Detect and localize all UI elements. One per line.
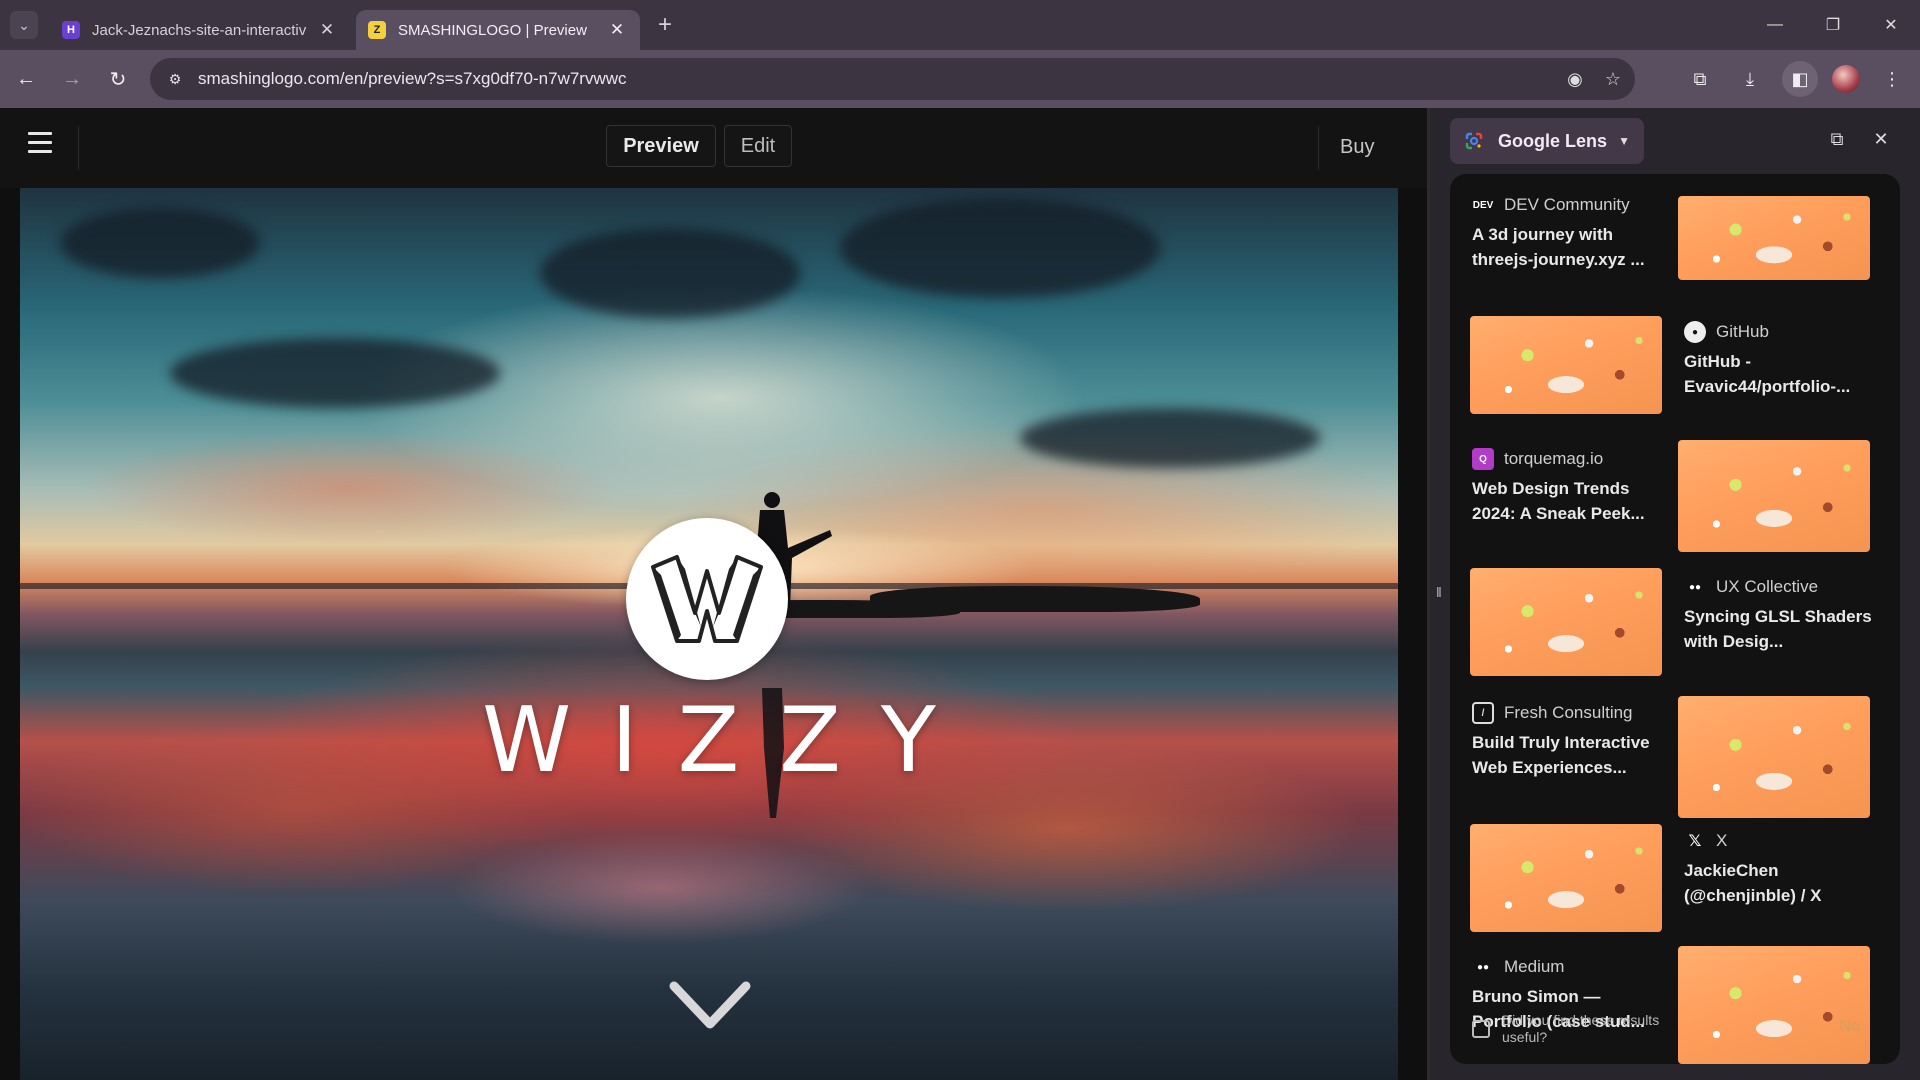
feedback-question: Did you find these results useful?: [1502, 1012, 1660, 1045]
close-tab-icon[interactable]: ✕: [606, 20, 628, 40]
minimize-icon[interactable]: —: [1746, 0, 1804, 50]
chevron-down-icon: ⌄: [18, 16, 30, 33]
result-thumbnail[interactable]: [1470, 568, 1662, 676]
page-content: Preview Edit Buy WIZZY: [0, 108, 1427, 1080]
hamburger-menu-icon[interactable]: [28, 132, 52, 154]
lens-results-list: DEV DEV Community A 3d journey with three…: [1450, 174, 1900, 1064]
header-divider: [78, 126, 79, 170]
back-icon[interactable]: ←: [6, 59, 46, 99]
restore-icon[interactable]: ❐: [1804, 0, 1862, 50]
buy-button[interactable]: Buy: [1340, 136, 1374, 159]
google-lens-side-panel: ‖ Google Lens ▼ ⧉ ✕ DEV DEV Community A 3…: [1430, 108, 1920, 1080]
result-title[interactable]: JackieChen (@chenjinble) / X: [1684, 858, 1884, 908]
tab-favicon-icon: Z: [368, 21, 386, 39]
google-lens-icon: [1465, 132, 1483, 150]
result-card[interactable]: Qtorquemag.io Web Design Trends 2024: A …: [1472, 448, 1672, 526]
feedback-icon: [1472, 1020, 1490, 1038]
extensions-icon[interactable]: ⧉: [1682, 61, 1718, 97]
address-bar[interactable]: ⚙ smashinglogo.com/en/preview?s=s7xg0df7…: [150, 58, 1635, 100]
result-title[interactable]: Syncing GLSL Shaders with Desig...: [1684, 604, 1884, 654]
result-card[interactable]: DEV DEV Community A 3d journey with three…: [1472, 194, 1672, 272]
tab-jack-jeznach[interactable]: H Jack-Jeznachs-site-an-interactiv ✕: [50, 10, 350, 50]
tab-favicon-icon: H: [62, 21, 80, 39]
result-thumbnail[interactable]: [1470, 316, 1662, 414]
bookmark-star-icon[interactable]: ☆: [1605, 69, 1621, 90]
result-card[interactable]: / Fresh Consulting Build Truly Interactiv…: [1472, 702, 1672, 780]
medium-icon: ●●: [1476, 961, 1490, 973]
close-window-icon[interactable]: ✕: [1862, 0, 1920, 50]
fresh-consulting-icon: /: [1472, 702, 1494, 724]
eye-off-icon[interactable]: ◉: [1567, 69, 1583, 90]
dev-community-icon: DEV: [1472, 199, 1494, 211]
tab-strip: ⌄ H Jack-Jeznachs-site-an-interactiv ✕ Z…: [0, 0, 1920, 50]
download-icon[interactable]: ⤓: [1732, 61, 1768, 97]
feedback-bar: Did you find these results useful? No: [1450, 994, 1900, 1064]
resize-handle-icon[interactable]: ‖: [1436, 584, 1442, 602]
result-source: X: [1716, 831, 1728, 850]
result-source: UX Collective: [1716, 577, 1819, 596]
result-title[interactable]: Build Truly Interactive Web Experiences.…: [1472, 730, 1672, 780]
result-thumbnail[interactable]: [1470, 824, 1662, 932]
lens-dropdown[interactable]: Google Lens ▼: [1450, 118, 1644, 164]
site-info-icon[interactable]: ⚙: [164, 68, 186, 90]
torquemag-icon: Q: [1472, 448, 1494, 470]
tab-smashinglogo[interactable]: Z SMASHINGLOGO | Preview ✕: [356, 10, 640, 50]
result-source: Medium: [1504, 957, 1565, 976]
edit-button[interactable]: Edit: [724, 125, 792, 167]
header-divider: [1318, 126, 1319, 170]
new-tab-icon[interactable]: +: [658, 11, 672, 39]
x-icon: 𝕏: [1688, 833, 1702, 850]
brand-logo-icon: [626, 518, 788, 680]
close-panel-icon[interactable]: ✕: [1866, 124, 1896, 154]
medium-icon: ●●: [1688, 581, 1702, 593]
hero-background-image: WIZZY: [20, 188, 1398, 1080]
feedback-no-button[interactable]: No: [1840, 1018, 1860, 1036]
result-source: Fresh Consulting: [1504, 703, 1633, 722]
url-text[interactable]: smashinglogo.com/en/preview?s=s7xg0df70-…: [198, 69, 627, 89]
brand-name: WIZZY: [482, 688, 976, 793]
scroll-down-chevron-icon[interactable]: [668, 978, 752, 1034]
tab-title: SMASHINGLOGO | Preview: [398, 21, 587, 39]
forward-icon[interactable]: →: [52, 59, 92, 99]
result-card[interactable]: 𝕏X JackieChen (@chenjinble) / X: [1684, 830, 1884, 908]
menu-kebab-icon[interactable]: ⋮: [1874, 61, 1910, 97]
result-card[interactable]: ●● UX Collective Syncing GLSL Shaders wit…: [1684, 576, 1884, 654]
profile-avatar[interactable]: [1832, 65, 1860, 93]
close-tab-icon[interactable]: ✕: [316, 20, 338, 40]
result-source: GitHub: [1716, 322, 1769, 341]
result-title[interactable]: A 3d journey with threejs-journey.xyz ..…: [1472, 222, 1672, 272]
result-title[interactable]: Web Design Trends 2024: A Sneak Peek...: [1472, 476, 1672, 526]
result-thumbnail[interactable]: [1678, 696, 1870, 818]
browser-toolbar: ← → ↻ ⚙ smashinglogo.com/en/preview?s=s7…: [0, 50, 1920, 108]
window-controls: — ❐ ✕: [1746, 0, 1920, 50]
result-thumbnail[interactable]: [1678, 196, 1870, 280]
github-icon: ●: [1684, 321, 1706, 343]
lens-title: Google Lens: [1498, 130, 1608, 151]
tab-title: Jack-Jeznachs-site-an-interactiv: [92, 21, 307, 39]
caret-down-icon: ▼: [1618, 134, 1630, 148]
result-title[interactable]: GitHub - Evavic44/portfolio-...: [1684, 349, 1884, 399]
preview-button[interactable]: Preview: [606, 125, 716, 167]
result-source: torquemag.io: [1504, 449, 1604, 468]
result-thumbnail[interactable]: [1678, 440, 1870, 552]
side-panel-icon[interactable]: ◧: [1782, 61, 1818, 97]
result-source: DEV Community: [1504, 195, 1630, 214]
tab-search-button[interactable]: ⌄: [10, 11, 38, 39]
site-header: Preview Edit Buy: [0, 108, 1427, 188]
result-card[interactable]: ● GitHub GitHub - Evavic44/portfolio-...: [1684, 321, 1884, 399]
reload-icon[interactable]: ↻: [98, 59, 138, 99]
open-new-tab-icon[interactable]: ⧉: [1822, 124, 1852, 154]
